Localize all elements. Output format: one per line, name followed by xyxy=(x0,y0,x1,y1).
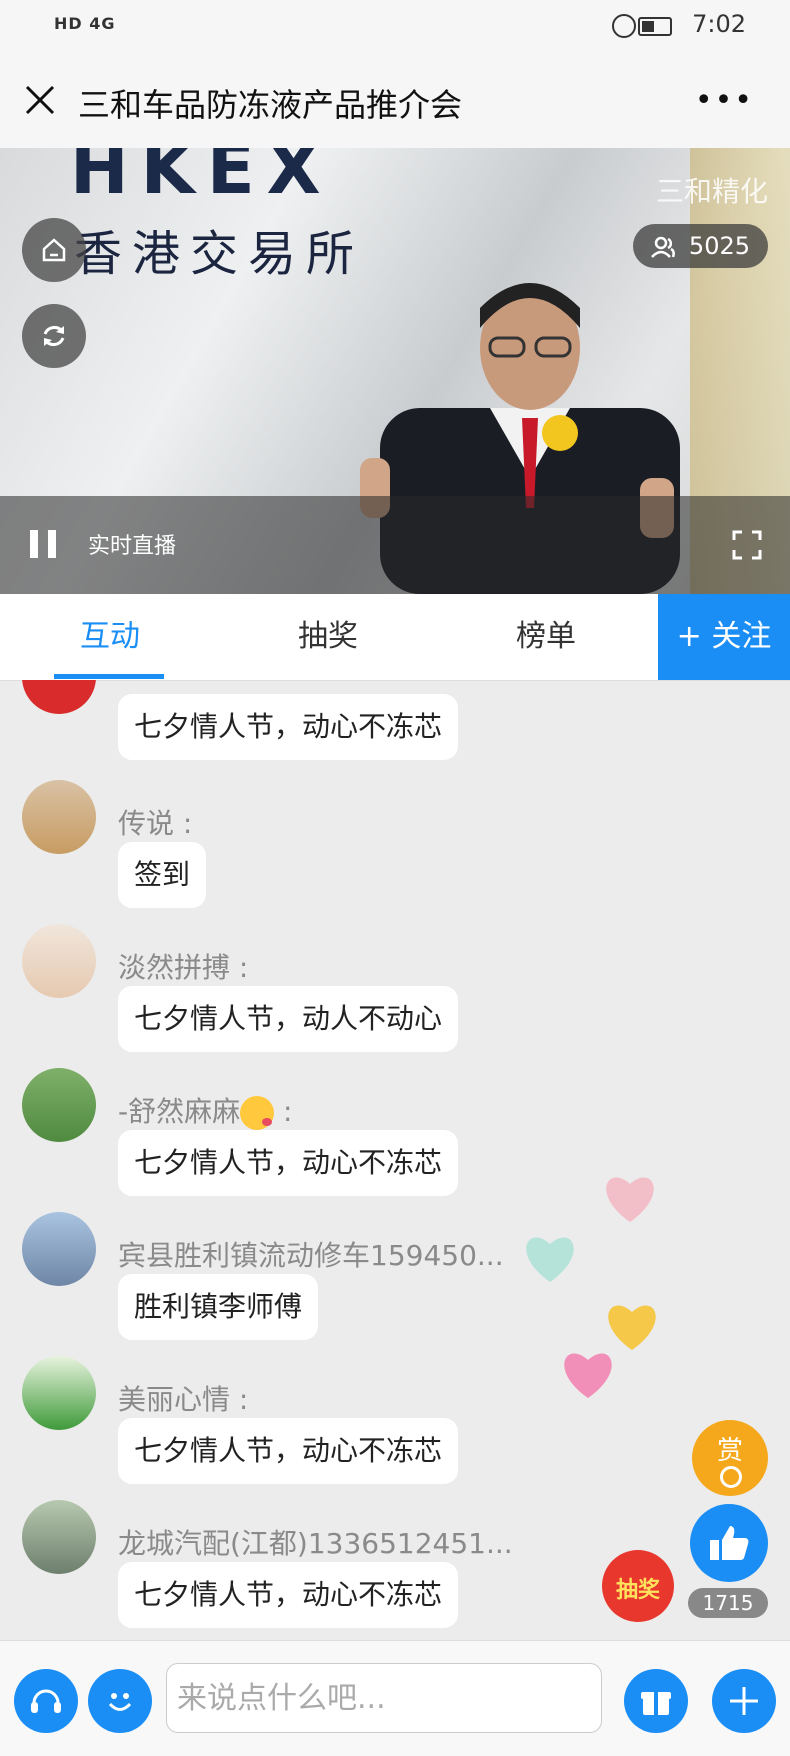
tab-bar: 互动 抽奖 榜单 + 关注 xyxy=(0,594,790,681)
users-icon xyxy=(650,236,675,258)
refresh-button[interactable] xyxy=(22,304,86,368)
customer-service-button[interactable] xyxy=(14,1669,78,1733)
avatar[interactable] xyxy=(22,924,96,998)
plus-icon xyxy=(730,1687,758,1715)
message-bubble: 胜利镇李师傅 xyxy=(118,1274,319,1340)
chat-list[interactable]: 七夕情人节，动心不冻芯 传说 : 签到 淡然拼搏 : 七夕情人节，动人不动心 -… xyxy=(0,680,790,1640)
message-bubble: 七夕情人节，动心不冻芯 xyxy=(118,1130,459,1196)
kiss-emoji-icon xyxy=(240,1096,275,1130)
message-bubble: 七夕情人节，动心不冻芯 xyxy=(118,694,459,760)
brand-watermark: 三和精化 xyxy=(655,175,768,208)
avatar[interactable] xyxy=(22,680,96,714)
heart-icon xyxy=(608,1305,656,1350)
tab-interaction[interactable]: 互动 xyxy=(10,594,210,680)
fullscreen-icon[interactable] xyxy=(732,530,762,560)
viewer-count: 5025 xyxy=(632,224,768,268)
avatar[interactable] xyxy=(22,1356,96,1430)
thumbs-up-icon xyxy=(710,1526,749,1560)
like-count: 1715 xyxy=(688,1588,768,1618)
username: 宾县胜利镇流动修车159450... xyxy=(118,1239,504,1272)
avatar[interactable] xyxy=(22,1500,96,1574)
follow-button[interactable]: + 关注 xyxy=(658,594,790,680)
message-bubble: 七夕情人节，动心不冻芯 xyxy=(118,1418,459,1484)
emoji-button[interactable] xyxy=(88,1669,152,1733)
live-label: 实时直播 xyxy=(88,534,177,559)
headset-icon xyxy=(31,1689,61,1713)
input-bar: 来说点什么吧... xyxy=(0,1640,790,1756)
message-bubble: 七夕情人节，动心不冻芯 xyxy=(118,1562,459,1628)
home-button[interactable] xyxy=(22,218,86,282)
backdrop-logo: HKEX xyxy=(70,148,333,210)
network-indicator: HD 4G xyxy=(54,14,116,33)
reward-label: 赏 xyxy=(716,1436,743,1466)
comment-input[interactable]: 来说点什么吧... xyxy=(166,1663,602,1733)
avatar[interactable] xyxy=(22,780,96,854)
reward-button[interactable]: 赏 xyxy=(692,1420,768,1496)
tab-ranking[interactable]: 榜单 xyxy=(446,594,646,680)
smile-icon xyxy=(108,1693,132,1711)
username: -舒然麻麻 : xyxy=(118,1090,292,1130)
more-icon[interactable]: ••• xyxy=(695,86,754,116)
refresh-icon xyxy=(43,326,65,346)
battery-icon xyxy=(638,17,672,36)
home-icon xyxy=(42,238,66,262)
username-suffix: : xyxy=(274,1095,293,1128)
add-button[interactable] xyxy=(712,1669,776,1733)
message-bubble: 七夕情人节，动人不动心 xyxy=(118,986,459,1052)
alarm-icon xyxy=(612,14,636,38)
lottery-button[interactable]: 抽奖 xyxy=(602,1550,674,1622)
active-tab-indicator xyxy=(54,674,164,679)
header: 三和车品防冻液产品推介会 ••• xyxy=(0,52,790,148)
avatar[interactable] xyxy=(22,1068,96,1142)
lottery-label: 抽奖 xyxy=(615,1578,660,1603)
username: 美丽心情 : xyxy=(118,1383,249,1416)
status-time: 7:02 xyxy=(692,10,746,38)
video-controls: 实时直播 xyxy=(0,496,790,594)
username: 龙城汽配(江都)1336512451... xyxy=(118,1527,513,1560)
status-bar: HD 4G 7:02 xyxy=(0,0,790,52)
avatar[interactable] xyxy=(22,1212,96,1286)
gift-button[interactable] xyxy=(624,1669,688,1733)
coin-icon xyxy=(720,1466,742,1488)
heart-icon xyxy=(564,1353,612,1398)
close-icon[interactable] xyxy=(22,82,58,118)
username-text: -舒然麻麻 xyxy=(118,1095,241,1128)
like-button[interactable] xyxy=(690,1504,768,1582)
viewer-count-value: 5025 xyxy=(688,232,750,260)
username: 淡然拼搏 : xyxy=(118,951,249,984)
message-bubble: 签到 xyxy=(118,842,207,908)
tab-lottery[interactable]: 抽奖 xyxy=(228,594,428,680)
heart-icon xyxy=(606,1177,654,1222)
backdrop-text: 香港交易所 xyxy=(74,226,365,282)
live-video[interactable]: HKEX 香港交易所 三和精化 5025 实时直播 xyxy=(0,148,790,594)
pause-icon[interactable] xyxy=(30,530,56,558)
page-title: 三和车品防冻液产品推介会 xyxy=(78,86,463,124)
heart-icon xyxy=(526,1237,574,1282)
username: 传说 : xyxy=(118,807,193,840)
gift-icon xyxy=(641,1692,671,1715)
